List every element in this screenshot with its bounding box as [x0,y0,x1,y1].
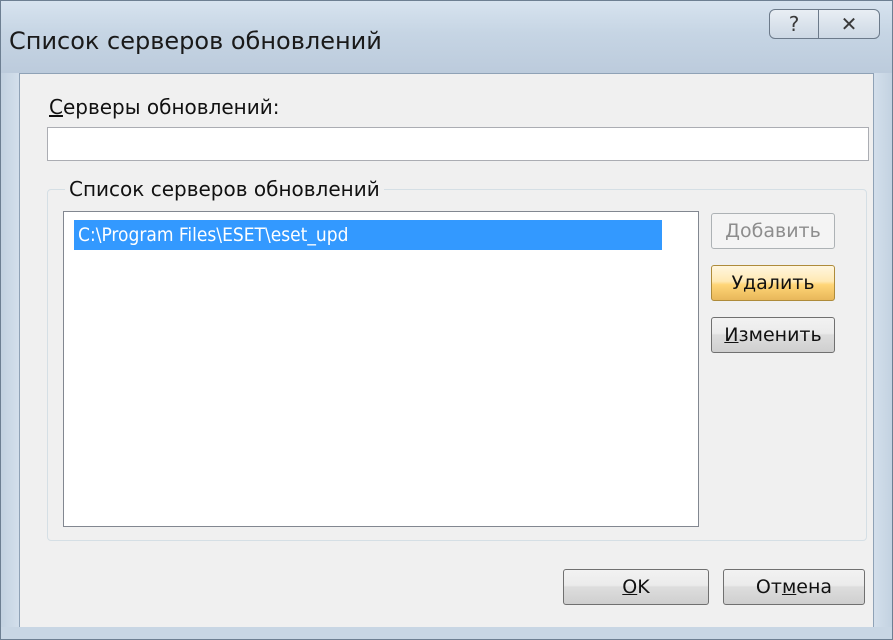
help-button[interactable]: ? [769,9,819,39]
update-servers-dialog: Список серверов обновлений ? ✕ Серверы о… [0,0,893,640]
title-bar[interactable]: Список серверов обновлений ? ✕ [1,1,892,73]
help-icon: ? [788,12,800,36]
ok-button-mnemonic: O [622,576,638,598]
update-servers-list[interactable]: C:\Program Files\ESET\eset_upd [63,211,699,527]
add-button-label: обавить [740,220,821,242]
window-frame-right [874,73,892,639]
cancel-button-label-post: ена [796,576,833,598]
edit-button[interactable]: Изменить [711,317,835,353]
ok-button-label: K [637,576,650,598]
window-frame-bottom [1,627,892,639]
edit-button-label: зменить [738,324,822,346]
edit-button-mnemonic: И [724,324,739,346]
remove-button[interactable]: Удалить [711,265,835,301]
remove-button-label: Удалить [731,272,815,294]
cancel-button[interactable]: От м ена [723,569,865,605]
add-button-mnemonic: Д [725,220,741,242]
window-frame-left [1,73,19,639]
list-item-label: C:\Program Files\ESET\eset_upd [78,224,349,246]
update-servers-label-text: ерверы обновлений: [62,95,280,119]
cancel-button-mnemonic: м [781,576,797,598]
groupbox-title: Список серверов обновлений [65,177,384,201]
list-item[interactable]: C:\Program Files\ESET\eset_upd [74,220,662,250]
close-button[interactable]: ✕ [818,9,880,39]
window-title: Список серверов обновлений [9,27,382,55]
ok-button[interactable]: OK [563,569,709,605]
update-server-input[interactable] [47,127,869,161]
add-button[interactable]: Добавить [711,213,835,249]
cancel-button-label-pre: От [755,576,782,598]
close-icon: ✕ [840,12,858,36]
update-servers-label-mnemonic: С [49,95,63,119]
update-servers-label: Серверы обновлений: [49,95,279,119]
